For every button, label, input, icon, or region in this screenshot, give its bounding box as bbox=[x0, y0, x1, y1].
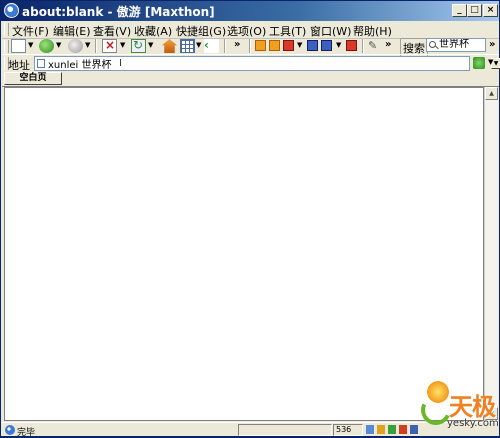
tab-blank-page[interactable]: 空白页 bbox=[4, 72, 62, 85]
maximize-button[interactable]: □ bbox=[467, 4, 482, 17]
status-text: 完毕 bbox=[17, 428, 36, 438]
refresh-dropdown-icon[interactable]: ▼ bbox=[148, 41, 153, 49]
refresh-icon[interactable] bbox=[131, 38, 146, 53]
menu-file[interactable]: 文件(F) bbox=[12, 23, 49, 39]
minimize-button[interactable]: _ bbox=[452, 4, 467, 17]
toolbar-separator bbox=[249, 39, 251, 53]
green-arrow-icon[interactable]: ‹ bbox=[204, 39, 219, 53]
tray-network-icon[interactable] bbox=[366, 425, 374, 434]
toolbar-separator bbox=[95, 39, 97, 53]
scroll-up-button[interactable]: ▲ bbox=[485, 87, 498, 100]
tray-ad-icon[interactable] bbox=[388, 425, 396, 434]
toolbar-separator bbox=[224, 39, 226, 53]
title-bar[interactable]: about:blank - 傲游 [Maxthon] _ □ × bbox=[1, 1, 499, 21]
blue-dropdown-icon[interactable]: ▼ bbox=[336, 41, 341, 49]
tray-flash-icon[interactable] bbox=[399, 425, 407, 434]
watermark-brand: 天极 bbox=[449, 392, 496, 421]
menu-tools[interactable]: 工具(T) bbox=[269, 23, 306, 39]
menu-edit[interactable]: 编辑(E) bbox=[53, 23, 91, 39]
red-close-icon[interactable] bbox=[283, 40, 294, 51]
blue-icon[interactable] bbox=[307, 40, 318, 51]
toolbar-separator bbox=[362, 39, 364, 53]
menu-bar: 文件(F) 编辑(E) 查看(V) 收藏(A) 快捷组(G) 选项(O) 工具(… bbox=[2, 21, 499, 39]
menu-window[interactable]: 窗口(W) bbox=[310, 23, 351, 39]
orange-icon[interactable] bbox=[255, 40, 266, 51]
back-icon[interactable] bbox=[39, 39, 54, 53]
search-value: 世界杯 bbox=[439, 39, 469, 50]
more-chevron-icon[interactable]: » bbox=[234, 39, 240, 50]
address-field[interactable]: I ▼ bbox=[34, 56, 500, 71]
address-input[interactable] bbox=[48, 57, 428, 70]
maxthon-logo-icon[interactable] bbox=[4, 3, 19, 18]
window-title: about:blank - 傲游 [Maxthon] bbox=[22, 5, 215, 19]
grid-dropdown-icon[interactable]: ▼ bbox=[196, 41, 201, 49]
status-counter: 536 bbox=[336, 425, 352, 434]
home-icon[interactable] bbox=[162, 39, 177, 53]
browser-window: about:blank - 傲游 [Maxthon] _ □ × 文件(F) 编… bbox=[0, 0, 500, 438]
tray-settings-icon[interactable] bbox=[410, 425, 418, 434]
text-cursor-icon: I bbox=[119, 58, 122, 69]
tray-popup-icon[interactable] bbox=[377, 425, 385, 434]
new-page-icon[interactable] bbox=[11, 39, 26, 53]
grid-icon[interactable] bbox=[180, 39, 195, 53]
forward-dropdown-icon[interactable]: ▼ bbox=[85, 41, 90, 49]
blue-icon-2[interactable] bbox=[321, 40, 332, 51]
tool-icon[interactable]: ✎ bbox=[368, 39, 383, 53]
yesky-watermark: 天极 yesky.com bbox=[416, 381, 499, 437]
go-dropdown-icon[interactable]: ▼ bbox=[488, 58, 493, 66]
stop-dropdown-icon[interactable]: ▼ bbox=[120, 41, 125, 49]
menubar-grip[interactable] bbox=[4, 23, 9, 36]
search-icon bbox=[429, 41, 436, 48]
status-page-icon bbox=[5, 425, 15, 435]
search-more-chevron-icon[interactable]: » bbox=[489, 39, 495, 50]
orange-icon-2[interactable] bbox=[269, 40, 280, 51]
menu-options[interactable]: 选项(O) bbox=[227, 23, 266, 39]
status-cell bbox=[238, 424, 332, 436]
watermark-site: yesky.com bbox=[447, 418, 499, 429]
page-icon bbox=[37, 59, 45, 68]
menu-groups[interactable]: 快捷组(G) bbox=[176, 23, 226, 39]
page-content[interactable] bbox=[4, 87, 484, 421]
toolbar-grip[interactable] bbox=[4, 40, 9, 53]
close-button[interactable]: × bbox=[483, 4, 498, 17]
search-input[interactable]: 世界杯 bbox=[426, 38, 486, 52]
close-red-icon[interactable] bbox=[346, 40, 357, 51]
main-toolbar: ▼ ▼ ▼ ▼ ▼ ▼ ‹ » ▼ ▼ ✎ » 搜索 世界杯 » bbox=[2, 38, 499, 58]
forward-icon[interactable] bbox=[68, 39, 83, 53]
vertical-scrollbar[interactable]: ▲ ▼ bbox=[484, 87, 498, 421]
stop-icon[interactable] bbox=[102, 38, 117, 53]
red-dropdown-icon[interactable]: ▼ bbox=[297, 41, 302, 49]
menu-favorites[interactable]: 收藏(A) bbox=[134, 23, 172, 39]
go-button[interactable] bbox=[473, 57, 485, 69]
menu-help[interactable]: 帮助(H) bbox=[353, 23, 392, 39]
address-bar: 地址 I ▼ ▼ bbox=[2, 54, 500, 72]
tab-bar: 空白页 bbox=[2, 71, 499, 87]
more-chevron-icon-2[interactable]: » bbox=[385, 39, 391, 50]
back-dropdown-icon[interactable]: ▼ bbox=[56, 41, 61, 49]
new-page-dropdown-icon[interactable]: ▼ bbox=[28, 41, 33, 49]
menu-view[interactable]: 查看(V) bbox=[93, 23, 131, 39]
